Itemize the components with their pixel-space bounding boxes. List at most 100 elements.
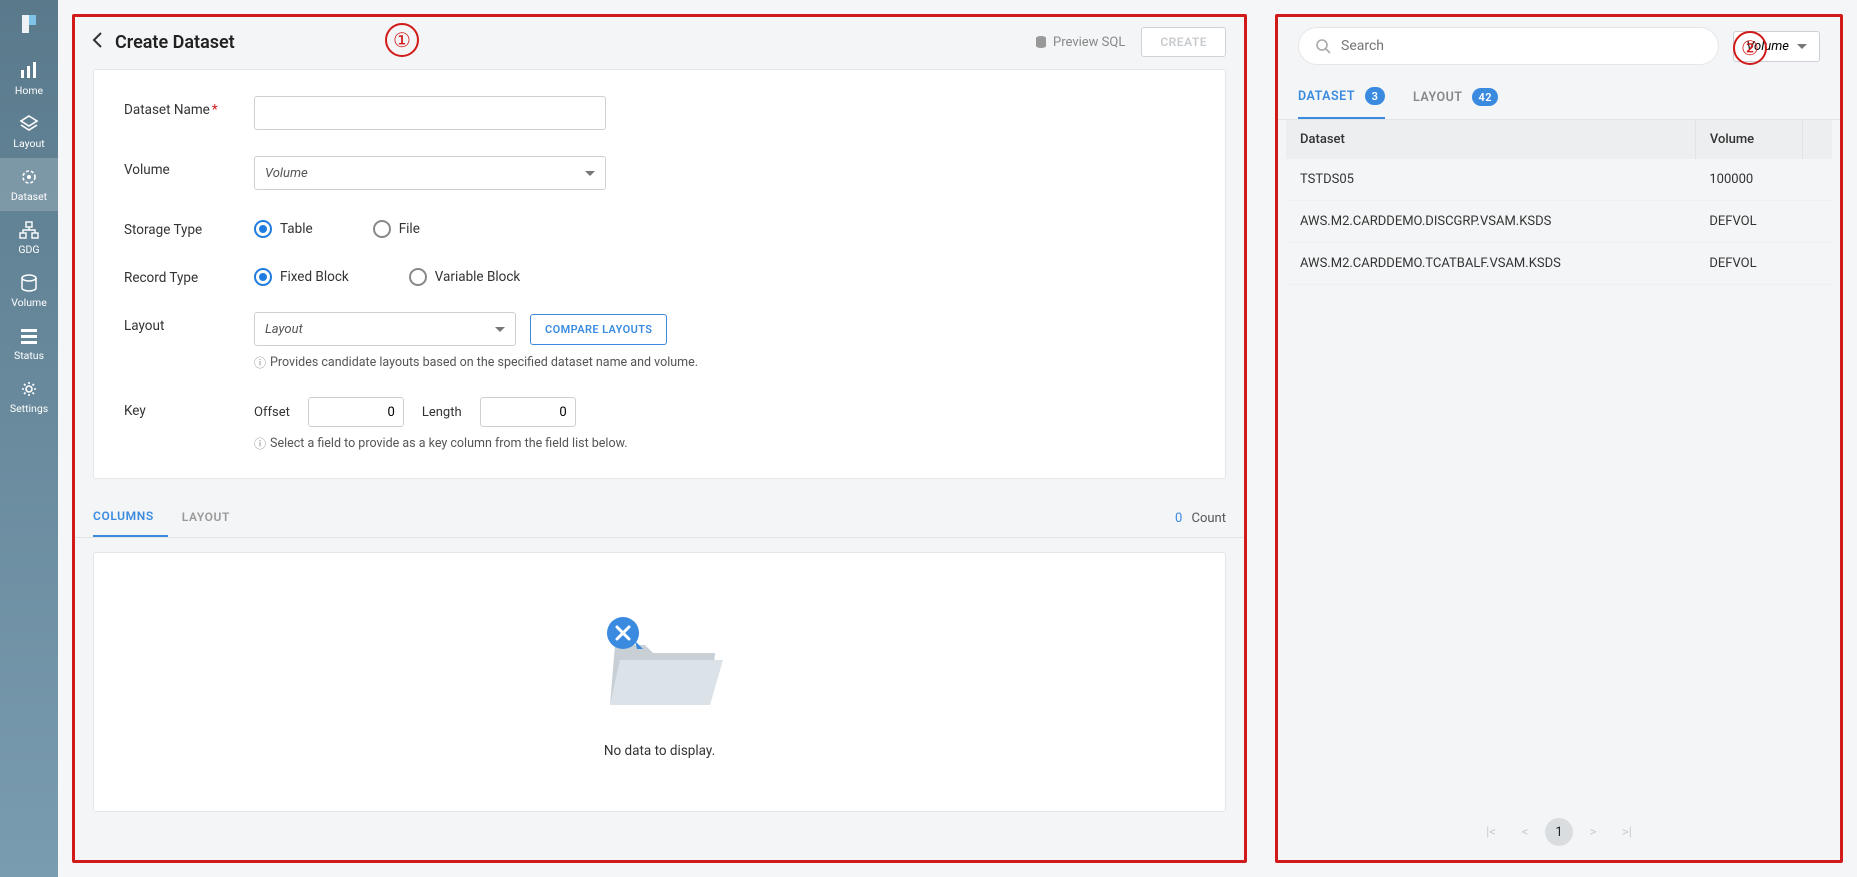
page-prev-button[interactable]: < xyxy=(1511,818,1539,846)
dataset-table: Dataset Volume TSTDS05 100000 AWS.M2.CAR… xyxy=(1286,120,1832,285)
storage-type-table-radio[interactable]: Table xyxy=(254,220,313,238)
chevron-down-icon xyxy=(585,171,595,176)
tab-dataset[interactable]: DATASET 3 xyxy=(1298,77,1385,119)
create-dataset-panel: ① Create Dataset Preview SQL CREATE Data… xyxy=(72,14,1247,863)
bar-chart-icon xyxy=(19,62,39,80)
record-type-variable-radio[interactable]: Variable Block xyxy=(409,268,521,286)
table-row[interactable]: AWS.M2.CARDDEMO.TCATBALF.VSAM.KSDS DEFVO… xyxy=(1286,243,1832,285)
pagination: |< < 1 > >| xyxy=(1278,804,1840,860)
tab-layout[interactable]: LAYOUT 42 xyxy=(1413,78,1498,118)
radio-unchecked-icon xyxy=(409,268,427,286)
page-title: Create Dataset xyxy=(115,32,1034,53)
empty-folder-icon xyxy=(585,605,735,725)
offset-label: Offset xyxy=(254,405,290,420)
compare-layouts-button[interactable]: COMPARE LAYOUTS xyxy=(530,314,667,345)
chevron-down-icon xyxy=(1797,44,1807,49)
dataset-form: Dataset Name* Volume Volume Storage Type xyxy=(93,69,1226,479)
no-data-area: No data to display. xyxy=(93,552,1226,812)
tab-layout[interactable]: LAYOUT xyxy=(182,510,244,536)
nav-label: Home xyxy=(15,84,43,97)
right-tabbar: DATASET 3 LAYOUT 42 xyxy=(1278,77,1840,120)
sql-icon xyxy=(1034,35,1048,49)
table-row[interactable]: TSTDS05 100000 xyxy=(1286,159,1832,201)
layout-hint: ⓘ Provides candidate layouts based on th… xyxy=(254,354,1195,371)
callout-2: ② xyxy=(1733,31,1767,65)
page-number-current[interactable]: 1 xyxy=(1545,818,1573,846)
table-row[interactable]: AWS.M2.CARDDEMO.DISCGRP.VSAM.KSDS DEFVOL xyxy=(1286,201,1832,243)
nav-gdg[interactable]: GDG xyxy=(0,211,58,264)
layout-select[interactable]: Layout xyxy=(254,312,516,346)
dataset-icon xyxy=(19,168,39,186)
volume-select-placeholder: Volume xyxy=(265,166,308,181)
radio-checked-icon xyxy=(254,220,272,238)
nav-home[interactable]: Home xyxy=(0,52,58,105)
tab-layout-label: LAYOUT xyxy=(1413,90,1462,105)
preview-sql-label: Preview SQL xyxy=(1053,35,1125,50)
offset-input[interactable] xyxy=(308,397,404,427)
key-label: Key xyxy=(124,397,254,419)
nav-label: Status xyxy=(14,349,44,362)
back-arrow-icon[interactable] xyxy=(89,31,107,53)
col-header-actions xyxy=(1802,120,1832,159)
search-input[interactable] xyxy=(1341,38,1702,54)
tab-columns[interactable]: COLUMNS xyxy=(93,509,168,537)
radio-unchecked-icon xyxy=(373,220,391,238)
nav-label: GDG xyxy=(18,243,39,256)
page-first-button[interactable]: |< xyxy=(1477,818,1505,846)
length-label: Length xyxy=(422,405,462,420)
nav-dataset[interactable]: Dataset xyxy=(0,158,58,211)
layout-select-placeholder: Layout xyxy=(265,322,303,337)
dataset-list-panel: ② Volume DATASET 3 LAYOUT 42 xyxy=(1275,14,1843,863)
key-hint: ⓘ Select a field to provide as a key col… xyxy=(254,435,1195,452)
col-header-volume[interactable]: Volume xyxy=(1695,120,1802,159)
cell-volume: DEFVOL xyxy=(1695,243,1802,285)
dataset-name-label: Dataset Name* xyxy=(124,96,254,118)
create-button[interactable]: CREATE xyxy=(1141,27,1226,57)
count-label: Count xyxy=(1192,511,1226,526)
length-input[interactable] xyxy=(480,397,576,427)
layout-label: Layout xyxy=(124,312,254,334)
info-icon: ⓘ xyxy=(254,435,266,452)
nav-label: Volume xyxy=(11,296,47,309)
layers-icon xyxy=(19,115,39,133)
cell-dataset: AWS.M2.CARDDEMO.TCATBALF.VSAM.KSDS xyxy=(1286,243,1695,285)
lower-tabbar: COLUMNS LAYOUT 0 Count xyxy=(75,497,1244,538)
nav-label: Layout xyxy=(13,137,44,150)
cell-volume: DEFVOL xyxy=(1695,201,1802,243)
gear-icon xyxy=(19,380,39,398)
page-next-button[interactable]: > xyxy=(1579,818,1607,846)
col-header-dataset[interactable]: Dataset xyxy=(1286,120,1695,159)
count-display: 0 Count xyxy=(1175,511,1226,536)
nav-label: Settings xyxy=(10,402,48,415)
cell-volume: 100000 xyxy=(1695,159,1802,201)
info-icon: ⓘ xyxy=(254,354,266,371)
panel-header: Create Dataset Preview SQL CREATE xyxy=(75,17,1244,69)
radio-label: File xyxy=(399,221,420,237)
nav-settings[interactable]: Settings xyxy=(0,370,58,423)
page-last-button[interactable]: >| xyxy=(1613,818,1641,846)
radio-checked-icon xyxy=(254,268,272,286)
count-value: 0 xyxy=(1175,511,1182,526)
main-content: ① Create Dataset Preview SQL CREATE Data… xyxy=(58,0,1857,877)
search-field-wrap[interactable] xyxy=(1298,27,1719,65)
radio-label: Table xyxy=(280,221,313,237)
hierarchy-icon xyxy=(19,221,39,239)
volume-select[interactable]: Volume xyxy=(254,156,606,190)
cell-dataset: AWS.M2.CARDDEMO.DISCGRP.VSAM.KSDS xyxy=(1286,201,1695,243)
dataset-name-input[interactable] xyxy=(254,96,606,130)
dataset-count-badge: 3 xyxy=(1365,87,1385,105)
radio-label: Variable Block xyxy=(435,269,521,285)
storage-type-file-radio[interactable]: File xyxy=(373,220,420,238)
record-type-fixed-radio[interactable]: Fixed Block xyxy=(254,268,349,286)
volume-label: Volume xyxy=(124,156,254,178)
nav-label: Dataset xyxy=(11,190,47,203)
preview-sql-button[interactable]: Preview SQL xyxy=(1034,35,1125,50)
nav-volume[interactable]: Volume xyxy=(0,264,58,317)
nav-layout[interactable]: Layout xyxy=(0,105,58,158)
nav-status[interactable]: Status xyxy=(0,317,58,370)
record-type-label: Record Type xyxy=(124,264,254,286)
layout-count-badge: 42 xyxy=(1472,88,1498,106)
sidebar: Home Layout Dataset GDG Volume Status Se… xyxy=(0,0,58,877)
tab-dataset-label: DATASET xyxy=(1298,89,1355,104)
no-data-text: No data to display. xyxy=(604,743,715,759)
